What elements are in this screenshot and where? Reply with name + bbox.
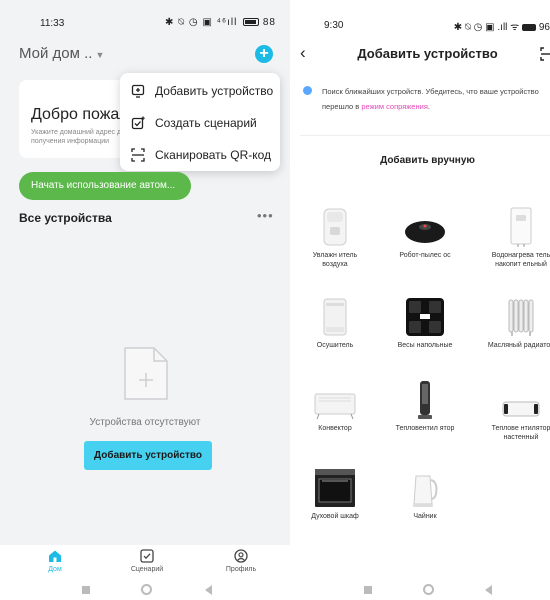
start-automation-button[interactable]: Начать использование автом... xyxy=(19,172,191,200)
dehumidifier-icon xyxy=(323,298,347,336)
tab-label: Профиль xyxy=(225,566,257,573)
status-time: 9:30 xyxy=(324,20,344,31)
tab-label: Дом xyxy=(48,566,62,573)
caret-down-icon: ▼ xyxy=(95,50,105,60)
device-label: Тепловентил ятор xyxy=(395,425,455,432)
recent-apps-icon[interactable] xyxy=(364,586,372,594)
system-nav-bar xyxy=(300,582,550,600)
tab-profile[interactable]: Профиль xyxy=(211,549,271,573)
device-label: Водонагрева тель накопит ельный xyxy=(491,252,550,268)
all-devices-heading: Все устройства xyxy=(19,211,112,225)
plus-icon: + xyxy=(259,45,269,62)
device-dehumidifier[interactable]: Осушитель xyxy=(300,295,370,350)
add-menu: Добавить устройство Создать сценарий Ска… xyxy=(120,73,280,171)
device-label: Увлажн итель воздуха xyxy=(312,252,358,268)
more-options-icon[interactable]: ••• xyxy=(257,208,274,223)
device-wall-heater[interactable]: Теплове нтилятор настенный xyxy=(486,378,550,442)
wall-heater-icon xyxy=(502,401,540,417)
home-nav-icon[interactable] xyxy=(141,584,152,595)
add-plus-button[interactable]: + xyxy=(255,45,273,63)
scan-icon[interactable] xyxy=(540,47,550,61)
battery-level: 96 xyxy=(538,22,550,33)
divider xyxy=(300,135,550,136)
home-name: Мой дом .. xyxy=(19,45,93,62)
device-humidifier[interactable]: Увлажн итель воздуха xyxy=(300,205,370,269)
battery-icon xyxy=(243,18,260,27)
back-nav-icon[interactable] xyxy=(485,585,492,595)
humidifier-icon xyxy=(323,208,347,246)
status-time: 11:33 xyxy=(40,18,65,29)
searching-indicator-icon xyxy=(303,86,312,95)
water-heater-icon xyxy=(510,207,532,247)
device-label: Теплове нтилятор настенный xyxy=(491,425,550,441)
status-bar: 11:33 ✱ ⍉ ◷ ▣ ⁴⁶ıll 88 xyxy=(0,0,290,40)
tab-label: Сценарий xyxy=(130,566,164,573)
home-icon xyxy=(49,550,61,562)
menu-item-create-scene[interactable]: Создать сценарий xyxy=(130,113,275,133)
empty-state-text: Устройства отсутствуют xyxy=(89,417,201,428)
status-bar: 9:30 ✱ ⍉ ◷ ▣ .ıll ᯤ 96 xyxy=(300,0,550,40)
search-hint: Поиск ближайших устройств. Убедитесь, чт… xyxy=(322,84,547,114)
home-nav-icon[interactable] xyxy=(423,584,434,595)
device-label: Духовой шкаф xyxy=(311,513,359,520)
tab-home[interactable]: Дом xyxy=(25,549,85,573)
robot-vacuum-icon xyxy=(405,221,445,243)
kettle-icon xyxy=(413,475,438,507)
scale-icon xyxy=(406,298,444,336)
status-icons: ✱ ⍉ ◷ ▣ .ıll ᯤ xyxy=(453,22,520,33)
battery-level: 88 xyxy=(262,17,276,28)
add-device-screen: 9:30 ✱ ⍉ ◷ ▣ .ıll ᯤ 96 ‹ Добавить устрой… xyxy=(300,0,550,600)
recent-apps-icon[interactable] xyxy=(82,586,90,594)
menu-item-label: Создать сценарий xyxy=(155,116,257,130)
menu-item-scan-qr[interactable]: Сканировать QR-код xyxy=(130,145,275,165)
device-label: Робот-пылес ос xyxy=(399,252,451,259)
pairing-mode-link[interactable]: режим сопряжения xyxy=(361,102,428,111)
oil-radiator-icon xyxy=(508,299,534,336)
home-selector[interactable]: Мой дом .. ▼ xyxy=(19,45,104,62)
tab-bar: Дом Сценарий Профиль xyxy=(0,545,290,582)
device-convector[interactable]: Конвектор xyxy=(300,378,370,433)
add-device-button[interactable]: Добавить устройство xyxy=(84,441,212,470)
device-fan-heater[interactable]: Тепловентил ятор xyxy=(390,378,460,433)
scene-icon xyxy=(140,549,154,563)
device-label: Чайник xyxy=(413,513,437,520)
scan-qr-icon xyxy=(130,147,146,163)
device-label: Весы напольные xyxy=(397,342,453,349)
home-screen: 11:33 ✱ ⍉ ◷ ▣ ⁴⁶ıll 88 Мой дом .. ▼ + Доб… xyxy=(0,0,290,600)
menu-item-add-device[interactable]: Добавить устройство xyxy=(130,81,275,101)
system-nav-bar xyxy=(0,582,290,600)
oven-icon xyxy=(315,469,355,507)
create-scene-icon xyxy=(130,115,146,131)
back-nav-icon[interactable] xyxy=(205,585,212,595)
profile-icon xyxy=(234,549,248,563)
battery-icon xyxy=(522,23,537,31)
fan-heater-icon xyxy=(418,381,432,419)
manual-add-heading: Добавить вручную xyxy=(380,155,475,166)
convector-icon xyxy=(314,393,356,420)
device-oil-radiator[interactable]: Масляный радиатор xyxy=(486,295,550,350)
page-title: Добавить устройство xyxy=(357,46,498,61)
menu-item-label: Сканировать QR-код xyxy=(155,148,272,162)
tab-scene[interactable]: Сценарий xyxy=(117,549,177,573)
empty-file-icon xyxy=(124,347,168,400)
device-robot-vacuum[interactable]: Робот-пылес ос xyxy=(390,205,460,260)
device-label: Конвектор xyxy=(318,425,352,432)
device-kettle[interactable]: Чайник xyxy=(390,466,460,521)
device-label: Осушитель xyxy=(316,342,354,349)
search-hint-end: . xyxy=(427,102,430,111)
device-water-heater[interactable]: Водонагрева тель накопит ельный xyxy=(486,205,550,269)
device-label: Масляный радиатор xyxy=(487,342,550,349)
add-device-icon xyxy=(130,83,146,99)
device-oven[interactable]: Духовой шкаф xyxy=(300,466,370,521)
menu-item-label: Добавить устройство xyxy=(155,84,274,98)
search-hint-text: Поиск ближайших устройств. Убедитесь, чт… xyxy=(322,87,539,111)
device-scale[interactable]: Весы напольные xyxy=(390,295,460,350)
status-icons: ✱ ⍉ ◷ ▣ ⁴⁶ıll xyxy=(165,17,238,28)
